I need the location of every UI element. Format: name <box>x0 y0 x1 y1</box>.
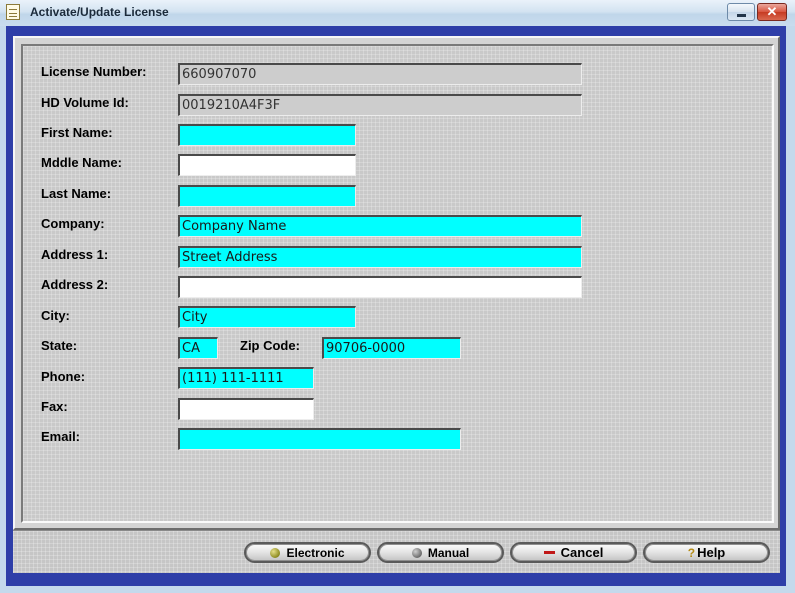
last-name-label: Last Name: <box>41 186 112 201</box>
close-icon: ✕ <box>766 4 778 19</box>
window-frame-right <box>786 26 795 593</box>
hd-volume-id-field: 0019210A4F3F <box>178 94 582 116</box>
state-field[interactable]: CA <box>178 337 218 359</box>
zip-code-field[interactable]: 90706-0000 <box>322 337 461 359</box>
help-button-label: Help <box>697 545 726 560</box>
help-button[interactable]: ? Help <box>643 542 770 563</box>
license-number-field: 660907070 <box>178 63 582 85</box>
notepad-icon <box>6 4 20 20</box>
olive-ball-icon <box>270 547 281 558</box>
middle-name-field[interactable] <box>178 154 356 176</box>
manual-button-label: Manual <box>427 545 470 560</box>
gray-ball-icon <box>411 547 422 558</box>
hd-volume-id-label: HD Volume Id: <box>41 95 129 110</box>
zip-code-label: Zip Code: <box>240 338 300 353</box>
close-button[interactable]: ✕ <box>757 3 787 21</box>
title-bar[interactable]: Activate/Update License ✕ <box>0 0 795 26</box>
electronic-button-label: Electronic <box>286 545 345 560</box>
address2-field[interactable] <box>178 276 582 298</box>
window-frame-bottom <box>0 586 795 593</box>
city-label: City: <box>41 308 70 323</box>
last-name-field[interactable] <box>178 185 356 207</box>
email-label: Email: <box>41 429 81 444</box>
cancel-button-label: Cancel <box>560 545 604 560</box>
fax-field[interactable] <box>178 398 314 420</box>
address1-field[interactable]: Street Address <box>178 246 582 268</box>
license-number-label: License Number: <box>41 64 147 79</box>
company-label: Company: <box>41 216 105 231</box>
email-field[interactable] <box>178 428 461 450</box>
address2-label: Address 2: <box>41 277 109 292</box>
state-label: State: <box>41 338 78 353</box>
middle-name-label: Mddle Name: <box>41 155 122 170</box>
first-name-label: First Name: <box>41 125 113 140</box>
minus-icon <box>543 551 555 554</box>
minimize-button[interactable] <box>727 3 755 21</box>
fax-label: Fax: <box>41 399 68 414</box>
first-name-field[interactable] <box>178 124 356 146</box>
phone-label: Phone: <box>41 369 86 384</box>
phone-field[interactable]: (111) 111-1111 <box>178 367 314 389</box>
electronic-button[interactable]: Electronic <box>244 542 371 563</box>
city-field[interactable]: City <box>178 306 356 328</box>
address1-label: Address 1: <box>41 247 109 262</box>
company-field[interactable]: Company Name <box>178 215 582 237</box>
question-icon: ? <box>687 545 696 560</box>
cancel-button[interactable]: Cancel <box>510 542 637 563</box>
window-title: Activate/Update License <box>30 5 169 19</box>
manual-button[interactable]: Manual <box>377 542 504 563</box>
